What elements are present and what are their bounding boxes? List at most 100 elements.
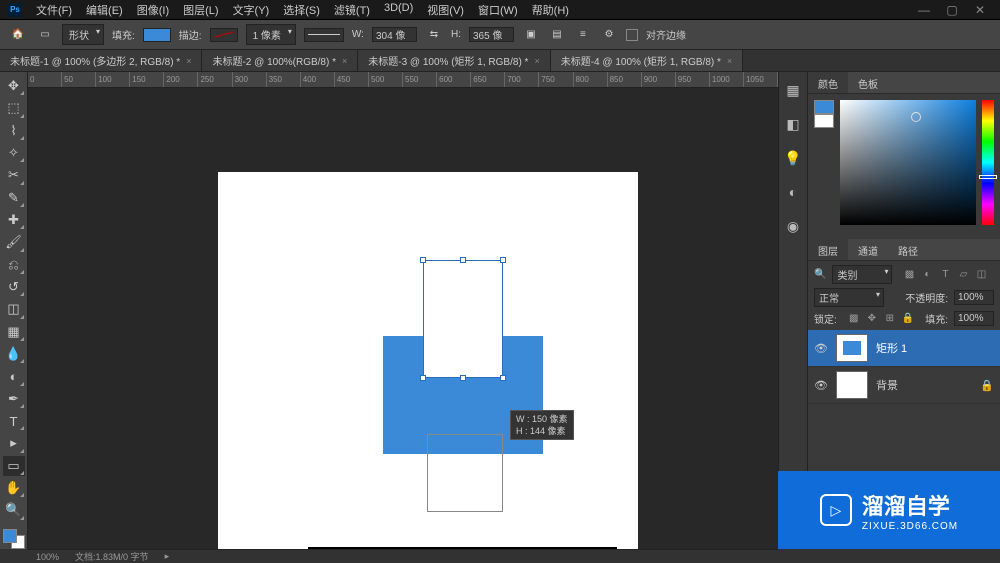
- layer-name[interactable]: 矩形 1: [876, 340, 907, 356]
- selected-shape[interactable]: [423, 260, 503, 378]
- menu-file[interactable]: 文件(F): [30, 0, 78, 20]
- tool-preset-icon[interactable]: ▭: [36, 26, 54, 44]
- shape-mode-select[interactable]: 形状: [62, 24, 104, 45]
- resize-handle-tr[interactable]: [500, 257, 506, 263]
- tab-doc-4[interactable]: 未标题-4 @ 100% (矩形 1, RGB/8) *×: [551, 50, 743, 71]
- lock-pixels-icon[interactable]: ▩: [847, 312, 861, 326]
- status-arrow-icon[interactable]: ▸: [165, 551, 170, 562]
- filter-type-select[interactable]: 类别: [832, 265, 892, 284]
- menu-layer[interactable]: 图层(L): [177, 0, 224, 20]
- history-brush-tool[interactable]: ↺: [3, 277, 25, 297]
- tab-doc-1[interactable]: 未标题-1 @ 100% (多边形 2, RGB/8) *×: [0, 50, 202, 71]
- tab-doc-2[interactable]: 未标题-2 @ 100%(RGB/8) *×: [202, 50, 358, 71]
- menu-window[interactable]: 窗口(W): [472, 0, 524, 20]
- layer-item[interactable]: 👁 矩形 1: [808, 330, 1000, 367]
- hue-cursor[interactable]: [979, 175, 997, 179]
- hue-slider[interactable]: [982, 100, 994, 225]
- stroke-color-swatch[interactable]: [210, 28, 238, 42]
- tab-swatches[interactable]: 色板: [848, 72, 888, 93]
- move-tool[interactable]: ✥: [3, 76, 25, 96]
- height-input[interactable]: [469, 27, 514, 42]
- clone-tool[interactable]: ⎌: [3, 255, 25, 275]
- lasso-tool[interactable]: ⌇: [3, 121, 25, 141]
- minimize-button[interactable]: —: [912, 2, 936, 18]
- crop-tool[interactable]: ✂: [3, 165, 25, 185]
- eyedropper-tool[interactable]: ✎: [3, 188, 25, 208]
- lock-artboard-icon[interactable]: ⊞: [883, 312, 897, 326]
- link-wh-icon[interactable]: ⇆: [425, 26, 443, 44]
- resize-handle-bl[interactable]: [420, 375, 426, 381]
- lock-icon[interactable]: 🔒: [980, 379, 994, 392]
- rectangle-tool[interactable]: ▭: [3, 456, 25, 476]
- close-button[interactable]: ✕: [968, 2, 992, 18]
- resize-handle-tl[interactable]: [420, 257, 426, 263]
- resize-handle-br[interactable]: [500, 375, 506, 381]
- menu-edit[interactable]: 编辑(E): [80, 0, 129, 20]
- menu-image[interactable]: 图像(I): [131, 0, 175, 20]
- pen-tool[interactable]: ✒: [3, 389, 25, 409]
- tab-layers[interactable]: 图层: [808, 239, 848, 260]
- lock-all-icon[interactable]: 🔒: [901, 312, 915, 326]
- type-tool[interactable]: T: [3, 411, 25, 431]
- menu-select[interactable]: 选择(S): [277, 0, 326, 20]
- color-field[interactable]: [840, 100, 976, 225]
- healing-tool[interactable]: ✚: [3, 210, 25, 230]
- tab-close-icon[interactable]: ×: [186, 56, 191, 66]
- menu-filter[interactable]: 滤镜(T): [328, 0, 376, 20]
- gear-icon[interactable]: ⚙: [600, 26, 618, 44]
- tab-close-icon[interactable]: ×: [534, 56, 539, 66]
- width-input[interactable]: [372, 27, 417, 42]
- filter-pixel-icon[interactable]: ▩: [902, 268, 916, 282]
- align-edges-checkbox[interactable]: [626, 29, 638, 41]
- marquee-tool[interactable]: ⬚: [3, 98, 25, 118]
- eraser-tool[interactable]: ◫: [3, 299, 25, 319]
- path-arrange-icon[interactable]: ≡: [574, 26, 592, 44]
- layer-item[interactable]: 👁 背景 🔒: [808, 367, 1000, 404]
- styles-panel-icon[interactable]: ◐: [783, 182, 803, 202]
- layer-name[interactable]: 背景: [876, 377, 898, 393]
- filter-smart-icon[interactable]: ◫: [974, 268, 988, 282]
- tab-color[interactable]: 颜色: [808, 72, 848, 93]
- hand-tool[interactable]: ✋: [3, 478, 25, 498]
- path-ops-icon[interactable]: ▣: [522, 26, 540, 44]
- menu-help[interactable]: 帮助(H): [526, 0, 575, 20]
- lock-position-icon[interactable]: ✥: [865, 312, 879, 326]
- maximize-button[interactable]: ▢: [940, 2, 964, 18]
- tab-paths[interactable]: 路径: [888, 239, 928, 260]
- tab-close-icon[interactable]: ×: [342, 56, 347, 66]
- brush-tool[interactable]: 🖌: [3, 232, 25, 252]
- doc-info[interactable]: 文档:1.83M/0 字节: [75, 550, 149, 563]
- visibility-icon[interactable]: 👁: [814, 342, 828, 355]
- menu-3d[interactable]: 3D(D): [378, 0, 419, 20]
- path-align-icon[interactable]: ▤: [548, 26, 566, 44]
- color-preview[interactable]: [814, 100, 834, 128]
- opacity-input[interactable]: [954, 290, 994, 305]
- blur-tool[interactable]: 💧: [3, 344, 25, 364]
- menu-view[interactable]: 视图(V): [421, 0, 470, 20]
- color-swap[interactable]: [3, 529, 25, 549]
- stroke-width-select[interactable]: 1 像素: [246, 24, 296, 45]
- zoom-level[interactable]: 100%: [36, 552, 59, 562]
- gradient-tool[interactable]: ▦: [3, 322, 25, 342]
- visibility-icon[interactable]: 👁: [814, 379, 828, 392]
- filter-adjust-icon[interactable]: ◐: [920, 268, 934, 282]
- home-icon[interactable]: 🏠: [8, 25, 28, 45]
- search-icon[interactable]: 🔍: [814, 269, 826, 280]
- properties-panel-icon[interactable]: ◧: [783, 114, 803, 134]
- character-panel-icon[interactable]: 💡: [783, 148, 803, 168]
- tab-close-icon[interactable]: ×: [727, 56, 732, 66]
- layer-thumbnail[interactable]: [836, 334, 868, 362]
- path-select-tool[interactable]: ▸: [3, 433, 25, 453]
- color-preview-bg[interactable]: [814, 114, 834, 128]
- menu-type[interactable]: 文字(Y): [227, 0, 276, 20]
- filter-type-icon[interactable]: T: [938, 268, 952, 282]
- zoom-tool[interactable]: 🔍: [3, 500, 25, 520]
- fill-opacity-input[interactable]: [954, 311, 994, 326]
- filter-shape-icon[interactable]: ▱: [956, 268, 970, 282]
- blend-mode-select[interactable]: 正常: [814, 288, 884, 307]
- layer-thumbnail[interactable]: [836, 371, 868, 399]
- tab-doc-3[interactable]: 未标题-3 @ 100% (矩形 1, RGB/8) *×: [358, 50, 550, 71]
- fill-color-swatch[interactable]: [143, 28, 171, 42]
- adjustments-panel-icon[interactable]: ◉: [783, 216, 803, 236]
- canvas-area[interactable]: 0501001502002503003504004505005506006507…: [28, 72, 778, 549]
